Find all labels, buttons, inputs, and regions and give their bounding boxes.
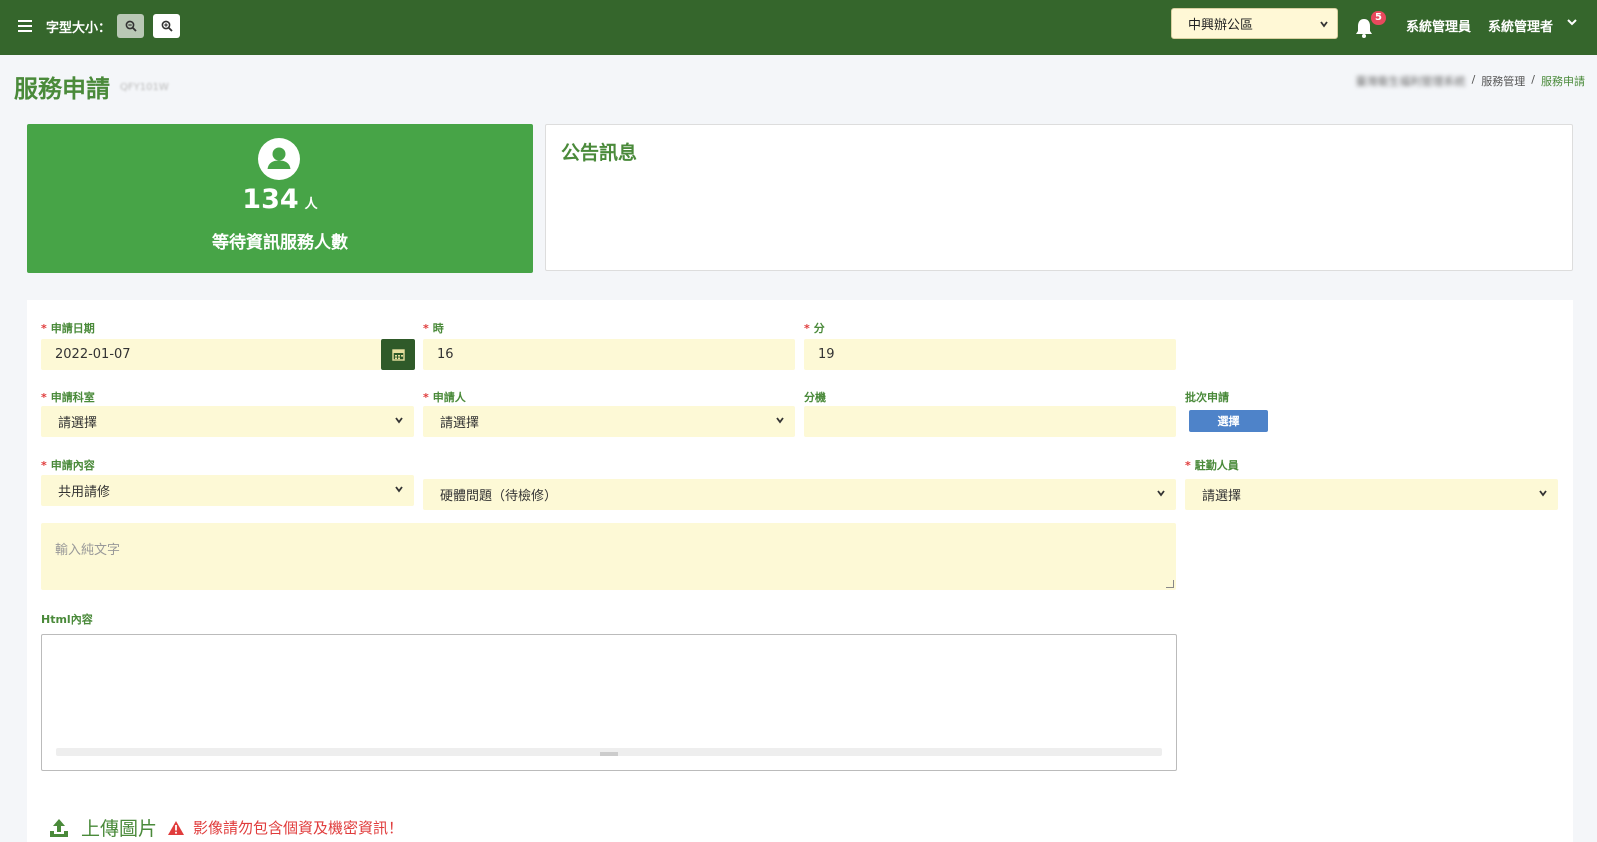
resize-handle[interactable] — [1166, 580, 1174, 588]
applicant-select[interactable]: 請選擇 — [423, 406, 795, 437]
date-label: * 申請日期 — [41, 322, 95, 335]
breadcrumb-parent[interactable]: 服務管理 — [1481, 73, 1525, 89]
chevron-down-icon — [776, 417, 784, 424]
district-value: 中興辦公區 — [1188, 18, 1254, 33]
chevron-down-icon — [1157, 490, 1165, 497]
chevron-down-icon — [1539, 490, 1547, 497]
user-role: 系統管理員 — [1406, 20, 1472, 35]
announcement-panel: 公告訊息 — [545, 124, 1573, 271]
breadcrumb: 臺灣衛生福利管理系統 / 服務管理 / 服務申請 — [1356, 73, 1585, 89]
hour-label: * 時 — [423, 322, 444, 335]
user-avatar-icon — [258, 138, 300, 180]
extension-input[interactable] — [804, 406, 1176, 437]
chevron-down-icon[interactable] — [1566, 16, 1578, 28]
chevron-down-icon — [395, 486, 403, 493]
page-title: 服務申請 — [14, 75, 110, 103]
breadcrumb-separator: / — [1471, 73, 1476, 86]
html-editor[interactable] — [41, 634, 1177, 771]
dept-label: * 申請科室 — [41, 391, 95, 404]
editor-resize-grip[interactable] — [600, 752, 618, 756]
date-input[interactable]: 2022-01-07 — [41, 339, 381, 370]
district-select[interactable]: 中興辦公區 — [1171, 8, 1338, 39]
content-label: * 申請內容 — [41, 459, 95, 472]
plain-text-area[interactable]: 輸入純文字 — [41, 523, 1176, 590]
menu-icon[interactable] — [18, 20, 32, 32]
zoom-out-icon — [125, 20, 137, 32]
waiting-unit: 人 — [304, 197, 318, 212]
extension-label: 分機 — [804, 391, 826, 404]
user-menu[interactable]: 系統管理者 — [1488, 16, 1553, 35]
applicant-label: * 申請人 — [423, 391, 466, 404]
content-subtype-select[interactable]: 硬體問題（待檢修） — [423, 479, 1176, 510]
dept-select[interactable]: 請選擇 — [41, 406, 414, 437]
staff-label: * 駐勤人員 — [1185, 459, 1239, 472]
waiting-label: 等待資訊服務人數 — [212, 233, 348, 253]
announcement-title: 公告訊息 — [561, 142, 638, 164]
upload-icon[interactable] — [49, 818, 69, 838]
minute-label: * 分 — [804, 322, 825, 335]
calendar-icon — [391, 349, 405, 361]
zoom-out-button[interactable] — [117, 14, 144, 38]
zoom-in-icon — [161, 20, 173, 32]
batch-label: 批次申請 — [1185, 391, 1229, 404]
upload-section: 上傳圖片 影像請勿包含個資及機密資訊！ — [49, 814, 403, 841]
chevron-down-icon — [395, 417, 403, 424]
waiting-stat-card: 134 人 等待資訊服務人數 — [27, 124, 533, 273]
content-type-select[interactable]: 共用請修 — [41, 475, 414, 506]
calendar-button[interactable] — [381, 339, 415, 370]
html-content-label: Html內容 — [41, 613, 93, 626]
warning-icon — [168, 820, 185, 835]
notification-badge: 5 — [1371, 11, 1386, 25]
font-size-label: 字型大小： — [46, 21, 112, 36]
page-code: QFY101W — [120, 82, 169, 93]
minute-input[interactable]: 19 — [804, 339, 1176, 370]
upload-warning: 影像請勿包含個資及機密資訊！ — [193, 819, 404, 837]
breadcrumb-separator: / — [1531, 73, 1535, 86]
zoom-in-button[interactable] — [153, 14, 180, 38]
top-navbar: 字型大小： 中興辦公區 5 系統管理員 系統管理者 — [0, 0, 1597, 55]
breadcrumb-current: 服務申請 — [1541, 75, 1585, 88]
waiting-count: 134 人 — [242, 184, 318, 215]
hour-input[interactable]: 16 — [423, 339, 795, 370]
batch-select-button[interactable]: 選擇 — [1189, 410, 1268, 432]
upload-label[interactable]: 上傳圖片 — [81, 814, 157, 841]
staff-select[interactable]: 請選擇 — [1185, 479, 1558, 510]
chevron-down-icon — [1320, 21, 1328, 28]
breadcrumb-root[interactable]: 臺灣衛生福利管理系統 — [1356, 73, 1466, 89]
